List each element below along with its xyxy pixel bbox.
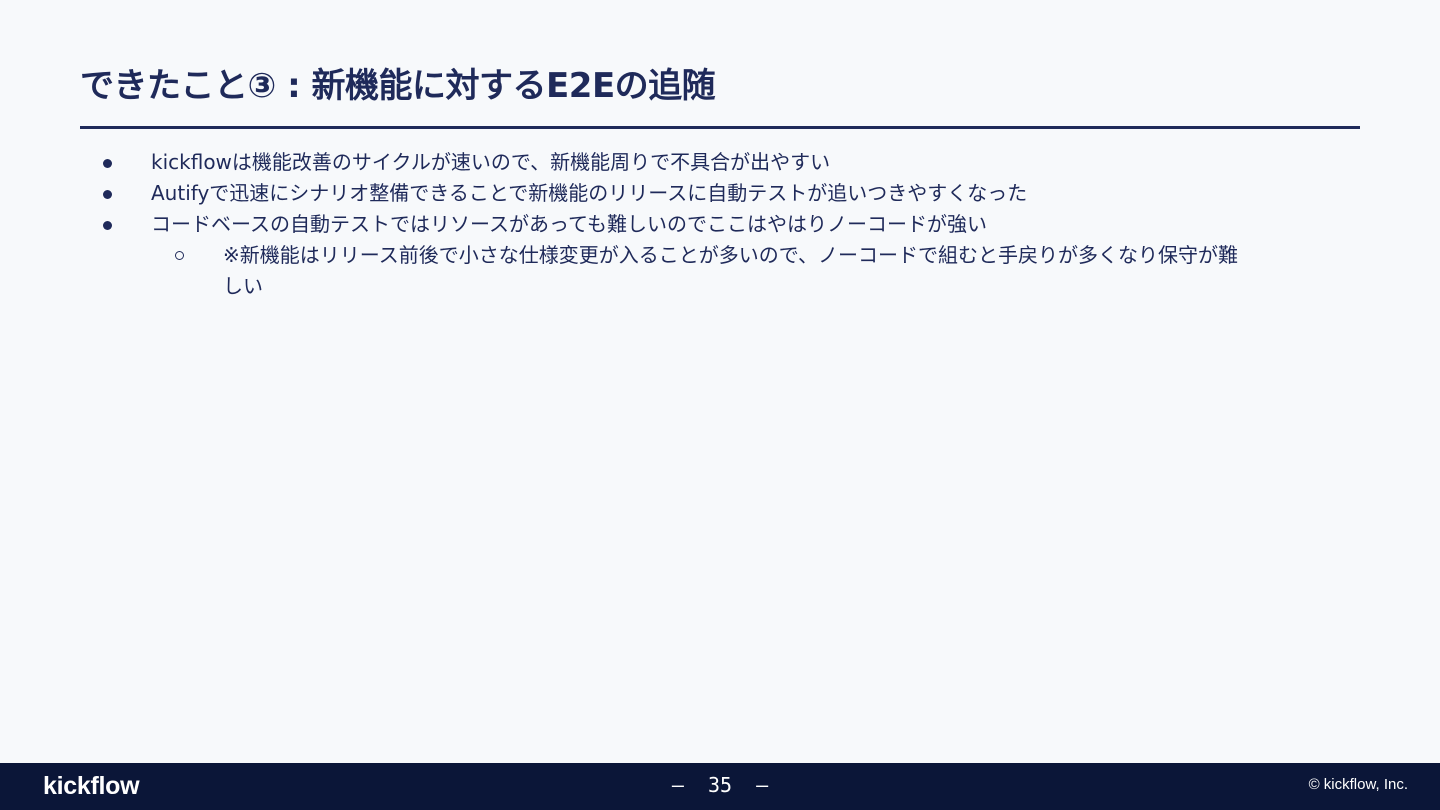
bullet-list: kickflowは機能改善のサイクルが速いので、新機能周りで不具合が出やすい A… [100, 147, 1280, 302]
bullet-dot-icon [103, 221, 112, 230]
bullet-text: コードベースの自動テストではリソースがあっても難しいのでここはやはりノーコードが… [151, 212, 987, 236]
sub-bullet-item: ※新機能はリリース前後で小さな仕様変更が入ることが多いので、ノーコードで組むと手… [172, 240, 1243, 302]
footer-bar: kickflow – 35 – © kickflow, Inc. [0, 763, 1440, 810]
hollow-circle-icon [175, 251, 184, 260]
bullet-text: Autifyで迅速にシナリオ整備できることで新機能のリリースに自動テストが追いつ… [151, 181, 1028, 205]
copyright-notice: © kickflow, Inc. [1308, 776, 1408, 793]
page-number: – 35 – [671, 773, 769, 797]
slide-title: できたこと③ : 新機能に対するE2Eの追随 [80, 66, 716, 106]
sub-bullet-text: ※新機能はリリース前後で小さな仕様変更が入ることが多いので、ノーコードで組むと手… [223, 243, 1238, 298]
bullet-dot-icon [103, 190, 112, 199]
kickflow-logo: kickflow [43, 772, 140, 800]
bullet-item: コードベースの自動テストではリソースがあっても難しいのでここはやはりノーコードが… [100, 209, 1280, 240]
bullet-item: kickflowは機能改善のサイクルが速いので、新機能周りで不具合が出やすい [100, 147, 1280, 178]
bullet-text: kickflowは機能改善のサイクルが速いので、新機能周りで不具合が出やすい [151, 150, 831, 174]
bullet-dot-icon [103, 159, 112, 168]
title-divider [80, 126, 1360, 129]
bullet-item: Autifyで迅速にシナリオ整備できることで新機能のリリースに自動テストが追いつ… [100, 178, 1280, 209]
